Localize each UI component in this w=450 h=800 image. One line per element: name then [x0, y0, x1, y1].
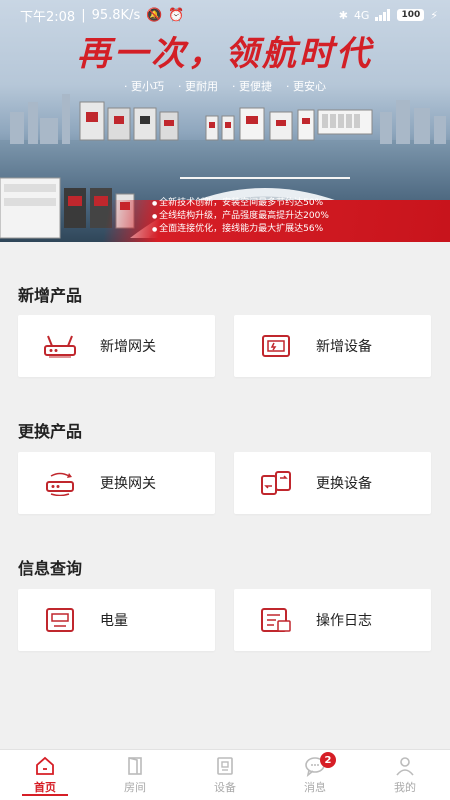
tab-messages[interactable]: 2 消息	[270, 750, 360, 800]
tab-home[interactable]: 首页	[0, 750, 90, 800]
replace-device-card[interactable]: 更换设备	[234, 452, 431, 514]
section-title-add: 新增产品	[18, 286, 83, 305]
meter-icon	[42, 606, 78, 634]
tab-label: 房间	[124, 781, 146, 794]
device-box-icon	[258, 332, 294, 360]
battery-icon: 100	[397, 9, 425, 21]
mute-icon: 🔕	[146, 7, 163, 23]
banner-products-image	[79, 101, 373, 141]
bottom-tab-bar: 首页 房间 设备 2 消息 我的	[0, 749, 450, 800]
tab-label: 首页	[34, 781, 56, 794]
card-label: 更换设备	[316, 476, 372, 492]
tab-device[interactable]: 设备	[180, 750, 270, 800]
card-label: 电量	[100, 613, 128, 629]
operation-log-card[interactable]: 操作日志	[234, 589, 431, 651]
status-time: 下午2:08	[20, 9, 76, 25]
banner-tagline: 更小巧	[124, 78, 164, 94]
tab-profile[interactable]: 我的	[360, 750, 450, 800]
router-swap-icon	[42, 469, 78, 497]
device-icon	[217, 757, 233, 775]
router-icon	[42, 332, 78, 360]
tab-label: 我的	[394, 781, 416, 794]
banner-tagline: 更安心	[286, 78, 326, 94]
power-usage-card[interactable]: 电量	[18, 589, 215, 651]
charging-icon: ⚡	[430, 8, 438, 22]
add-gateway-card[interactable]: 新增网关	[18, 315, 215, 377]
banner-taglines: 更小巧 更耐用 更便捷 更安心	[0, 78, 450, 94]
unread-badge: 2	[320, 752, 336, 768]
tab-room[interactable]: 房间	[90, 750, 180, 800]
card-label: 新增设备	[316, 339, 372, 355]
section-title-query: 信息查询	[18, 559, 83, 578]
promo-banner[interactable]: 再一次，领航时代 更小巧 更耐用 更便捷 更安心 全新技术创新，安装空间最多节约…	[0, 0, 450, 242]
status-speed: 95.8K/s	[91, 7, 141, 23]
device-swap-icon	[258, 469, 294, 497]
banner-tagline: 更耐用	[178, 78, 218, 94]
person-icon	[396, 757, 414, 776]
banner-headline: 再一次，领航时代	[77, 34, 373, 74]
banner-tagline: 更便捷	[232, 78, 272, 94]
signal-icon	[375, 9, 391, 21]
banner-feature: 全面连接优化，接线能力最大扩展达56%	[152, 223, 329, 236]
tab-label: 消息	[304, 781, 326, 794]
home-icon	[36, 756, 54, 775]
section-title-replace: 更换产品	[18, 422, 83, 441]
card-label: 更换网关	[100, 476, 156, 492]
banner-feature: 全新技术创新，安装空间最多节约达50%	[152, 197, 329, 210]
status-bar: 下午2:08 | 95.8K/s 🔕 ⏰ ✱ 4G 100 ⚡	[20, 7, 438, 25]
alarm-icon: ⏰	[168, 7, 185, 23]
door-icon	[128, 757, 142, 775]
replace-gateway-card[interactable]: 更换网关	[18, 452, 215, 514]
network-label: 4G	[353, 8, 370, 22]
tab-label: 设备	[214, 781, 236, 794]
add-device-card[interactable]: 新增设备	[234, 315, 431, 377]
banner-feature: 全线结构升级，产品强度最高提升达200%	[152, 210, 329, 223]
log-icon	[258, 606, 294, 634]
card-label: 操作日志	[316, 613, 372, 629]
card-label: 新增网关	[100, 339, 156, 355]
bluetooth-icon: ✱	[338, 8, 348, 22]
banner-features: 全新技术创新，安装空间最多节约达50% 全线结构升级，产品强度最高提升达200%…	[152, 197, 329, 236]
